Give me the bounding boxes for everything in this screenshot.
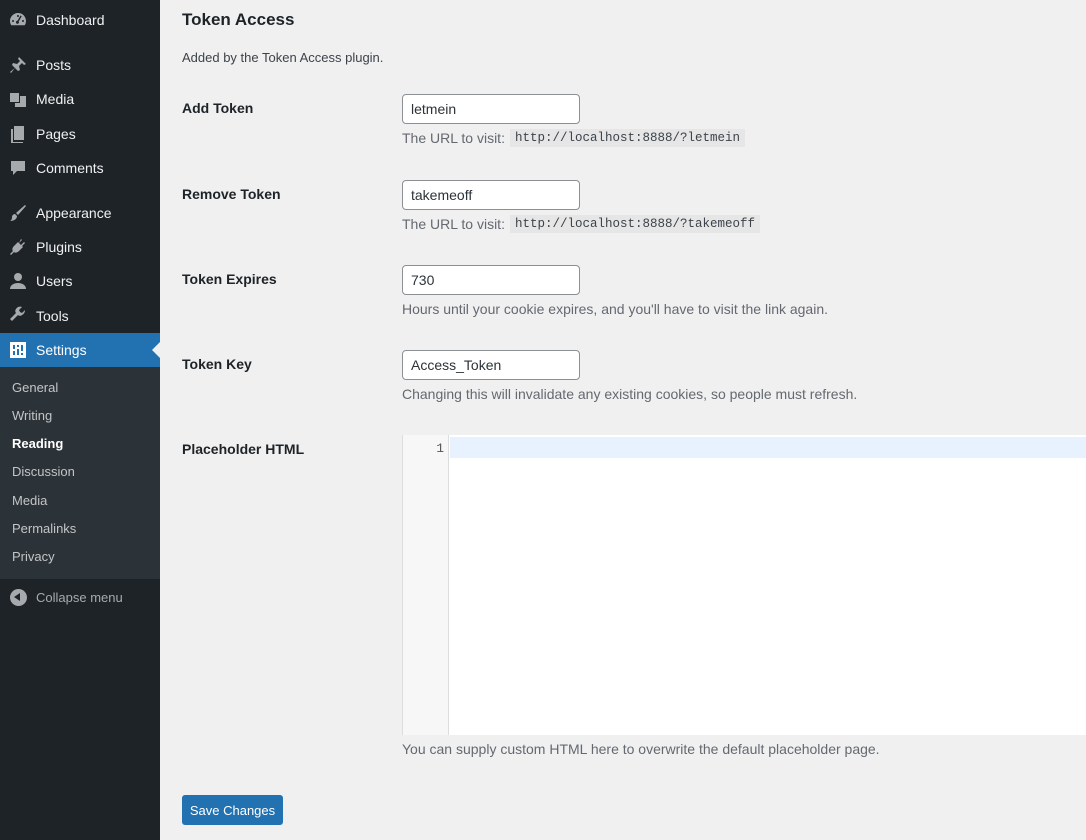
- menu-label-media: Media: [36, 91, 75, 107]
- menu-item-posts[interactable]: Posts: [0, 48, 160, 82]
- pin-icon: [0, 48, 36, 82]
- user-icon: [0, 264, 36, 298]
- submenu-media[interactable]: Media: [12, 490, 47, 512]
- token-key-help: Changing this will invalidate any existi…: [402, 386, 858, 402]
- settings-submenu: General Writing Reading Discussion Media…: [0, 367, 160, 579]
- active-menu-arrow: [152, 342, 160, 358]
- section-description: Added by the Token Access plugin.: [182, 50, 384, 65]
- menu-item-media[interactable]: Media: [0, 82, 160, 116]
- submenu-permalinks[interactable]: Permalinks: [12, 518, 76, 540]
- editor-active-line[interactable]: [450, 437, 1086, 458]
- menu-item-dashboard[interactable]: Dashboard: [0, 3, 160, 37]
- token-key-label: Token Key: [182, 356, 252, 372]
- comments-icon: [0, 151, 36, 185]
- submenu-general[interactable]: General: [12, 377, 58, 399]
- menu-item-comments[interactable]: Comments: [0, 151, 160, 185]
- token-key-input[interactable]: [402, 350, 580, 380]
- menu-item-appearance[interactable]: Appearance: [0, 196, 160, 230]
- collapse-menu-button[interactable]: Collapse menu: [0, 584, 160, 610]
- menu-label-users: Users: [36, 273, 73, 289]
- line-number: 1: [436, 441, 444, 456]
- settings-icon: [0, 333, 36, 367]
- menu-label-settings: Settings: [36, 342, 87, 358]
- menu-item-settings[interactable]: Settings: [0, 333, 160, 367]
- save-changes-button[interactable]: Save Changes: [182, 795, 283, 825]
- settings-content: Token Access Added by the Token Access p…: [160, 0, 1086, 840]
- token-expires-label: Token Expires: [182, 271, 277, 287]
- token-expires-help: Hours until your cookie expires, and you…: [402, 301, 829, 317]
- admin-sidebar: Dashboard Posts Media Pages Comments App…: [0, 0, 160, 840]
- wrench-icon: [0, 299, 36, 333]
- remove-token-input[interactable]: [402, 180, 580, 210]
- remove-token-url: http://localhost:8888/?takemeoff: [509, 215, 761, 233]
- remove-token-help: The URL to visit: http://localhost:8888/…: [402, 215, 761, 233]
- menu-label-dashboard: Dashboard: [36, 12, 105, 28]
- add-token-url: http://localhost:8888/?letmein: [509, 129, 746, 147]
- add-token-label: Add Token: [182, 100, 254, 116]
- token-expires-input[interactable]: [402, 265, 580, 295]
- pages-icon: [0, 117, 36, 151]
- menu-item-pages[interactable]: Pages: [0, 117, 160, 151]
- dashboard-icon: [0, 3, 36, 37]
- editor-gutter: 1: [403, 435, 449, 735]
- submenu-reading[interactable]: Reading: [12, 433, 63, 455]
- submenu-writing[interactable]: Writing: [12, 405, 52, 427]
- menu-label-appearance: Appearance: [36, 205, 112, 221]
- add-token-input[interactable]: [402, 94, 580, 124]
- menu-label-comments: Comments: [36, 160, 104, 176]
- brush-icon: [0, 196, 36, 230]
- plugin-icon: [0, 230, 36, 264]
- section-title: Token Access: [182, 10, 295, 29]
- remove-token-help-text: The URL to visit:: [402, 216, 505, 232]
- menu-item-users[interactable]: Users: [0, 264, 160, 298]
- menu-label-posts: Posts: [36, 57, 72, 73]
- placeholder-html-label: Placeholder HTML: [182, 441, 305, 457]
- add-token-help-text: The URL to visit:: [402, 130, 505, 146]
- collapse-menu-label: Collapse menu: [36, 589, 123, 605]
- menu-label-plugins: Plugins: [36, 239, 82, 255]
- collapse-arrow-icon: [0, 588, 36, 606]
- menu-label-tools: Tools: [36, 308, 69, 324]
- menu-item-tools[interactable]: Tools: [0, 299, 160, 333]
- remove-token-label: Remove Token: [182, 186, 281, 202]
- menu-label-pages: Pages: [36, 126, 76, 142]
- submenu-privacy[interactable]: Privacy: [12, 546, 55, 568]
- placeholder-html-editor[interactable]: 1: [402, 435, 1086, 735]
- menu-item-plugins[interactable]: Plugins: [0, 230, 160, 264]
- media-icon: [0, 82, 36, 116]
- submenu-discussion[interactable]: Discussion: [12, 461, 75, 483]
- placeholder-html-help: You can supply custom HTML here to overw…: [402, 741, 880, 757]
- add-token-help: The URL to visit: http://localhost:8888/…: [402, 129, 746, 147]
